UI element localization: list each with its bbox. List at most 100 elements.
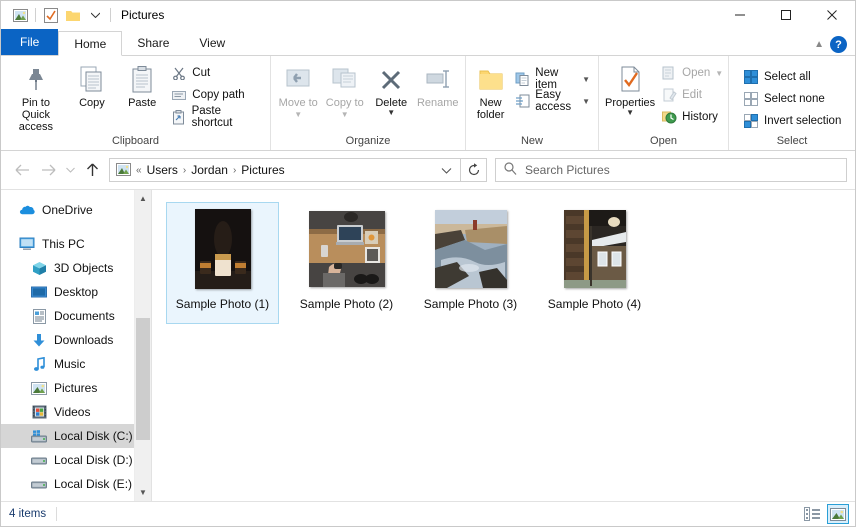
file-tile[interactable]: Sample Photo (1) [166,202,279,324]
forward-button[interactable] [35,157,61,183]
move-to-label: Move to [278,97,318,109]
search-input[interactable]: Search Pictures [525,163,610,177]
scroll-up-icon[interactable]: ▲ [135,190,151,207]
scrollbar-track[interactable] [135,207,151,484]
easy-access-button[interactable]: Easy access ▼ [511,89,594,113]
breadcrumb-item-pictures[interactable]: Pictures [238,163,287,177]
sidebar-item-videos[interactable]: Videos [1,400,151,424]
up-button[interactable] [79,157,105,183]
drive-icon [31,452,47,468]
tab-home[interactable]: Home [58,31,123,56]
details-view-button[interactable] [801,504,823,524]
help-button[interactable]: ? [830,36,847,53]
tab-view[interactable]: View [184,30,240,55]
breadcrumb-overflow[interactable]: « [136,165,142,176]
breadcrumb-item-users[interactable]: Users [144,163,181,177]
open-button[interactable]: Open ▼ [657,62,727,84]
sidebar-item-local-disk-c[interactable]: Local Disk (C:) [1,424,151,448]
move-to-caret-icon[interactable]: ▼ [294,109,302,121]
address-path-box[interactable]: « Users › Jordan › Pictures [109,158,461,182]
delete-button[interactable]: Delete ▼ [368,60,415,117]
sidebar-item-documents[interactable]: Documents [1,304,151,328]
move-to-button[interactable]: Move to ▼ [275,60,322,121]
file-tile[interactable]: Sample Photo (2) [290,202,403,324]
rename-icon [423,63,453,97]
breadcrumb-item-jordan[interactable]: Jordan [188,163,231,177]
invert-selection-button[interactable]: Invert selection [739,110,845,132]
paste-shortcut-button[interactable]: Paste shortcut [167,105,266,129]
open-small-commands: Open ▼ Edit History [657,60,727,128]
sidebar-item-desktop[interactable]: Desktop [1,280,151,304]
collapse-ribbon-icon[interactable]: ▲ [814,39,824,50]
new-folder-button[interactable]: New folder [470,60,511,121]
navigation-scrollbar[interactable]: ▲ ▼ [134,190,151,501]
edit-button[interactable]: Edit [657,84,727,106]
paste-button[interactable]: Paste [117,60,167,109]
sidebar-item-onedrive[interactable]: OneDrive [1,198,151,222]
edit-label: Edit [682,89,702,101]
new-item-caret-icon[interactable]: ▼ [582,75,590,84]
sidebar-item-local-disk-d[interactable]: Local Disk (D:) [1,448,151,472]
sidebar-item-pictures[interactable]: Pictures [1,376,151,400]
scrollbar-thumb[interactable] [136,317,150,440]
search-box[interactable]: Search Pictures [495,158,847,182]
checklist-icon[interactable] [40,5,62,25]
paste-label: Paste [128,97,157,109]
recent-locations-button[interactable] [61,157,79,183]
refresh-button[interactable] [461,158,487,182]
close-button[interactable] [809,1,855,29]
pin-to-quick-access-button[interactable]: Pin to Quick access [5,60,67,133]
folder-icon[interactable] [62,5,84,25]
tab-share[interactable]: Share [122,30,184,55]
search-icon [504,162,517,178]
file-list[interactable]: Sample Photo (1) Sample Photo (2) Sample… [152,190,855,501]
properties-caret-icon[interactable]: ▼ [626,109,634,117]
breadcrumb-separator[interactable]: › [233,165,236,176]
videos-icon [31,404,47,420]
sidebar-item-music[interactable]: Music [1,352,151,376]
ribbon-tab-actions: ▲ ? [814,36,851,53]
easy-access-caret-icon[interactable]: ▼ [582,97,590,106]
quick-access-toolbar: Pictures [1,5,164,25]
properties-button[interactable]: Properties ▼ [603,60,657,117]
group-label-select: Select [776,135,808,147]
select-none-button[interactable]: Select none [739,88,845,110]
new-item-button[interactable]: New item ▼ [511,67,594,91]
minimize-button[interactable] [717,1,763,29]
tab-file[interactable]: File [1,29,59,55]
paste-icon [129,63,155,97]
ribbon-group-new: New folder New item ▼ Easy access ▼ New [466,56,599,150]
select-all-button[interactable]: Select all [739,66,845,88]
open-caret-icon[interactable]: ▼ [715,69,723,78]
drive-icon [31,476,47,492]
copy-to-button[interactable]: Copy to ▼ [322,60,369,121]
scroll-down-icon[interactable]: ▼ [135,484,151,501]
back-button[interactable] [9,157,35,183]
file-name: Sample Photo (2) [299,297,394,311]
thumbnail-wrap [555,209,635,289]
breadcrumb-separator[interactable]: › [183,165,186,176]
file-tile[interactable]: Sample Photo (4) [538,202,651,324]
chevron-down-icon[interactable] [441,163,456,177]
rename-button[interactable]: Rename [415,60,462,109]
file-tile[interactable]: Sample Photo (3) [414,202,527,324]
copy-to-caret-icon[interactable]: ▼ [341,109,349,121]
group-label-new: New [520,135,543,147]
copy-button[interactable]: Copy [67,60,117,109]
explorer-window: Pictures File Home Share View ▲ ? Pin to… [0,0,856,527]
navigation-list: OneDrive This PC 3D Objects Desktop Docu… [1,190,151,496]
copy-path-button[interactable]: Copy path [167,84,266,106]
history-icon [661,109,677,125]
sidebar-item-local-disk-e[interactable]: Local Disk (E:) [1,472,151,496]
sidebar-item-3d-objects[interactable]: 3D Objects [1,256,151,280]
sidebar-item-downloads[interactable]: Downloads [1,328,151,352]
delete-caret-icon[interactable]: ▼ [387,109,395,117]
sidebar-item-this-pc[interactable]: This PC [1,232,151,256]
maximize-button[interactable] [763,1,809,29]
large-icons-view-button[interactable] [827,504,849,524]
quick-access-dropdown-caret[interactable] [84,5,106,25]
cut-button[interactable]: Cut [167,62,266,84]
invert-selection-icon [743,113,759,129]
pictures-icon[interactable] [9,5,31,25]
history-button[interactable]: History [657,106,727,128]
